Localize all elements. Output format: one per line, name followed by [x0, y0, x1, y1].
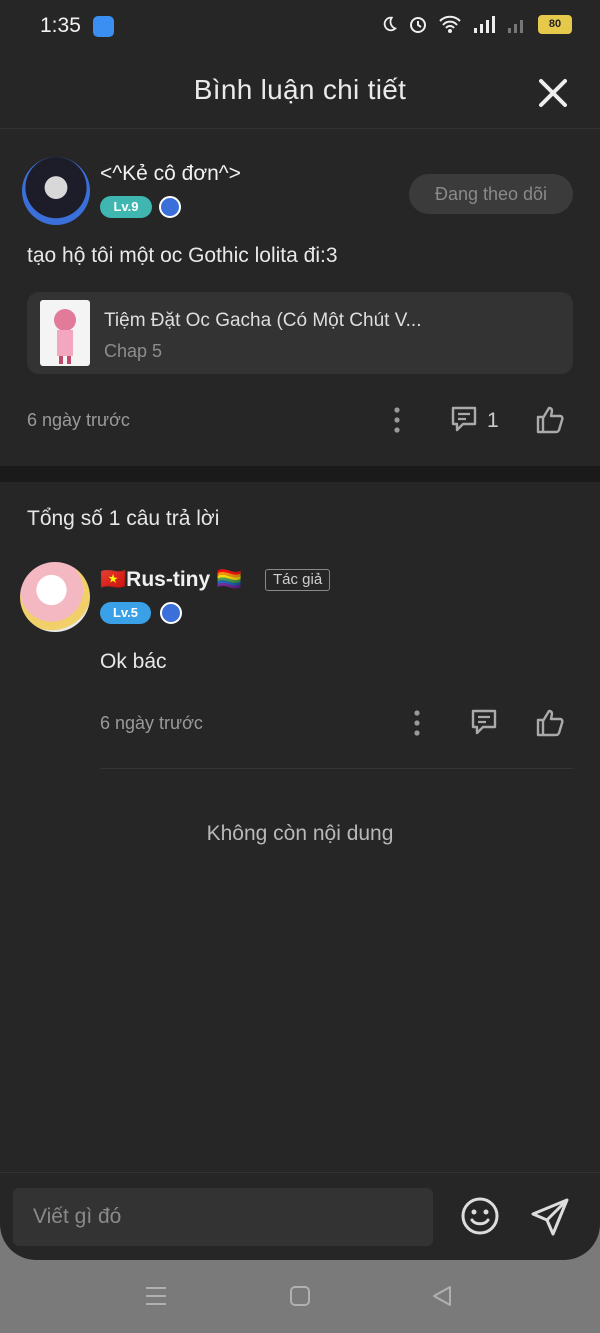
reply-time: 6 ngày trước: [100, 713, 203, 733]
more-options-icon[interactable]: [389, 406, 405, 434]
signal-2-icon: [508, 20, 523, 33]
commenter-name[interactable]: <^Kẻ cô đơn^>: [100, 162, 241, 186]
reply-text: Ok bác: [100, 650, 167, 673]
home-icon[interactable]: [288, 1284, 312, 1308]
reply-author-label: Rus-tiny: [126, 568, 211, 591]
comment-time: 6 ngày trước: [27, 410, 130, 430]
reply-more-options-icon[interactable]: [409, 709, 425, 737]
author-tag: Tác giả: [265, 569, 331, 591]
android-app-icon: [93, 16, 114, 37]
status-time: 1:35: [40, 14, 81, 37]
header: Bình luận chi tiết: [0, 56, 600, 129]
moon-icon: [383, 16, 397, 32]
vietnam-flag-icon: 🇻🇳: [100, 568, 127, 591]
emoji-icon[interactable]: [460, 1196, 500, 1236]
status-icons: 80: [380, 14, 572, 34]
page-title: Bình luận chi tiết: [193, 74, 407, 105]
rainbow-flag-icon: 🏳️‍🌈: [216, 568, 243, 591]
like-icon[interactable]: [534, 403, 566, 435]
commenter-avatar[interactable]: [22, 157, 90, 225]
menu-icon[interactable]: [144, 1284, 168, 1308]
reply-like-icon[interactable]: [534, 706, 566, 738]
signal-icon: [474, 16, 495, 33]
close-icon[interactable]: [536, 76, 570, 110]
reply-reply-icon[interactable]: [469, 707, 499, 737]
section-divider: [0, 466, 600, 482]
reply-icon[interactable]: [449, 404, 479, 434]
reply-author-name[interactable]: 🇻🇳Rus-tiny 🏳️‍🌈: [100, 568, 242, 592]
comment-input-bar: [0, 1172, 600, 1260]
reply-avatar[interactable]: [20, 562, 90, 632]
reply-level-badge: Lv.5: [100, 602, 151, 624]
battery-icon: 80: [538, 14, 572, 34]
verified-shield-icon: [159, 196, 181, 218]
story-chapter: Chap 5: [104, 341, 163, 361]
alarm-icon: [410, 17, 426, 33]
status-bar: 1:35 80: [0, 0, 600, 56]
story-title: Tiệm Đặt Oc Gacha (Có Một Chút V...: [104, 310, 422, 331]
reply-divider: [100, 768, 573, 769]
reply-count: 1: [487, 409, 499, 432]
send-icon[interactable]: [529, 1196, 571, 1238]
no-more-content: Không còn nội dung: [206, 822, 394, 845]
follow-button[interactable]: Đang theo dõi: [409, 174, 573, 214]
app-screen: 1:35 80 Bình luận chi tiết <^Kẻ cô đơn^>…: [0, 0, 600, 1260]
back-icon[interactable]: [430, 1284, 454, 1308]
comment-text: tạo hộ tôi một oc Gothic lolita đi:3: [27, 244, 338, 267]
comment-input[interactable]: [13, 1188, 433, 1246]
replies-count-title: Tổng số 1 câu trả lời: [27, 507, 220, 530]
system-nav-bar: [0, 1260, 600, 1333]
story-card[interactable]: Tiệm Đặt Oc Gacha (Có Một Chút V... Chap…: [27, 292, 573, 374]
reply-verified-shield-icon: [160, 602, 182, 624]
level-badge: Lv.9: [100, 196, 152, 218]
story-thumbnail: [40, 300, 90, 366]
wifi-icon: [439, 15, 461, 33]
